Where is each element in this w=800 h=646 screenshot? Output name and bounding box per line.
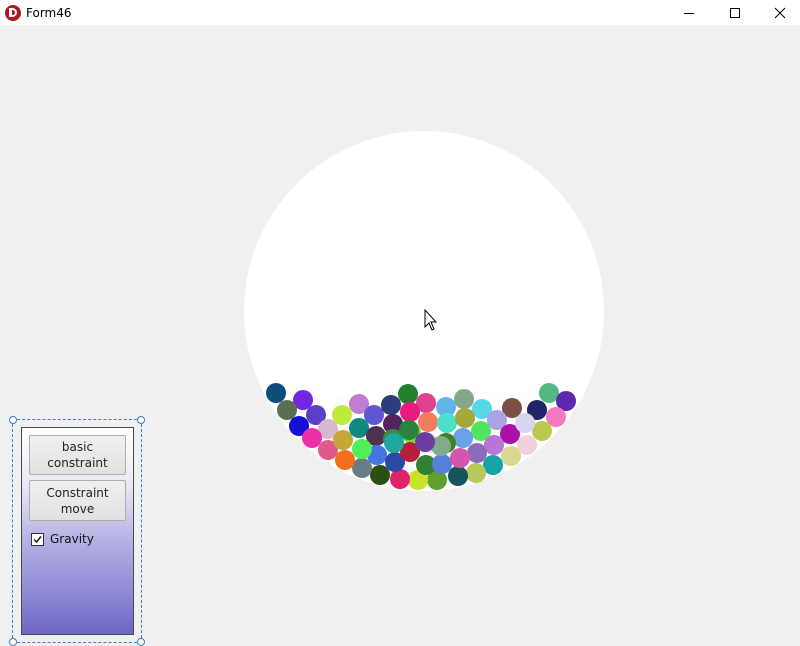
ball (418, 412, 438, 432)
resize-handle[interactable] (9, 638, 17, 646)
minimize-button[interactable] (666, 0, 712, 25)
ball (266, 383, 286, 403)
ball (381, 395, 401, 415)
ball (398, 384, 418, 404)
maximize-button[interactable] (712, 0, 758, 25)
ball (450, 448, 470, 468)
gravity-checkbox[interactable]: Gravity (31, 532, 94, 546)
gravity-label: Gravity (50, 532, 94, 546)
constraint-move-button[interactable]: Constraint move (29, 480, 126, 521)
close-button[interactable] (757, 0, 800, 25)
checkmark-icon (33, 535, 42, 543)
resize-handle[interactable] (9, 416, 17, 424)
ball (454, 389, 474, 409)
basic-constraint-button[interactable]: basic constraint (29, 435, 126, 475)
form-client-area: basic constraint Constraint move Gravity (0, 25, 800, 646)
ball (277, 400, 297, 420)
title-bar: Form46 (0, 0, 800, 25)
ball (455, 408, 475, 428)
ball (515, 413, 535, 433)
window-title: Form46 (26, 5, 72, 20)
ball (437, 413, 457, 433)
ball (453, 428, 473, 448)
ball (335, 450, 355, 470)
maximize-icon (730, 7, 740, 18)
ball (448, 466, 468, 486)
ball (539, 383, 559, 403)
ball (384, 433, 404, 453)
ball (483, 455, 503, 475)
ball (302, 428, 322, 448)
ball (349, 418, 369, 438)
ball (333, 430, 353, 450)
ball (484, 435, 504, 455)
minimize-icon (684, 12, 694, 14)
control-panel: basic constraint Constraint move Gravity (21, 427, 134, 635)
close-icon (774, 7, 786, 18)
ball (352, 439, 372, 459)
ball (501, 446, 521, 466)
resize-handle[interactable] (137, 416, 145, 424)
ball (467, 443, 487, 463)
ball (532, 421, 552, 441)
ball (400, 402, 420, 422)
ball (390, 469, 410, 489)
resize-handle[interactable] (137, 638, 145, 646)
ball (432, 454, 452, 474)
checkbox-box[interactable] (31, 532, 44, 546)
ball (466, 463, 486, 483)
delphi-app-icon[interactable] (5, 4, 21, 21)
ball (415, 432, 435, 452)
ball (332, 405, 352, 425)
